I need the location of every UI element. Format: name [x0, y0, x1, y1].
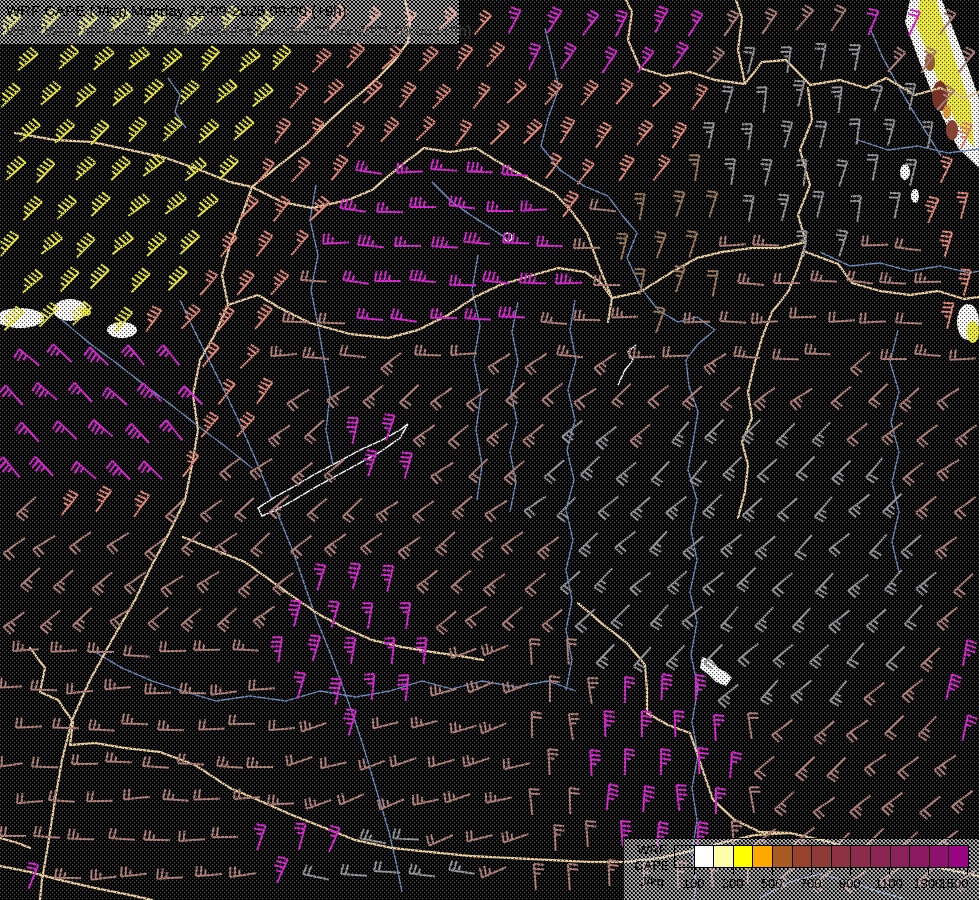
legend-tick-label: 100 [682, 876, 705, 891]
legend-swatch-9 [851, 846, 871, 867]
legend-tick-label: 900 [838, 876, 861, 891]
colorbar-tick [927, 868, 929, 875]
legend-tick-label: 1500 [939, 876, 969, 891]
legend-swatch-2 [714, 846, 734, 867]
legend-tick-label: 300 [721, 876, 744, 891]
legend-label-model: WRF [637, 842, 667, 857]
stipple-overlay [0, 0, 979, 900]
cape-legend: WRF CAPE J/kg 100 300 500 700 900 1100 1300 150… [623, 838, 979, 900]
legend-label-param: CAPE [634, 858, 670, 873]
wrf-weather-map: WRF CAPE (J/kg) Monday 22-09-2025 09:00 … [0, 0, 979, 900]
title-overlay: WRF CAPE (J/kg) Monday 22-09-2025 09:00 … [0, 0, 472, 44]
legend-swatch-3 [733, 846, 754, 867]
colorbar-tick [967, 868, 968, 875]
colorbar-tick [810, 868, 812, 875]
cape-colorbar [674, 845, 969, 868]
legend-tick-label: 500 [760, 876, 783, 891]
colorbar-tick [771, 868, 773, 875]
legend-swatch-13 [929, 846, 950, 867]
legend-swatch-8 [831, 846, 852, 867]
legend-swatch-10 [870, 846, 891, 867]
colorbar-tick [732, 868, 734, 875]
weather-map-canvas [0, 0, 979, 900]
legend-swatch-12 [910, 846, 930, 867]
legend-tick-label: 1100 [874, 876, 903, 891]
colorbar-tick [849, 868, 851, 875]
legend-swatch-4 [753, 846, 773, 867]
colorbar-tick [693, 868, 695, 875]
legend-swatch-1 [694, 846, 715, 867]
legend-swatch-5 [772, 846, 793, 867]
legend-swatch-7 [812, 846, 832, 867]
legend-swatch-14 [949, 846, 968, 867]
legend-tick-label: 700 [799, 876, 822, 891]
legend-swatch-0 [675, 846, 695, 867]
legend-label-unit: J/kg [640, 874, 664, 889]
map-title-shear: WRF Wind shear (m/s) 500/1000hPa Monday … [6, 23, 472, 40]
legend-swatch-6 [792, 846, 813, 867]
colorbar-tick [888, 868, 890, 875]
legend-swatch-11 [890, 846, 911, 867]
legend-label: WRF CAPE J/kg [632, 842, 672, 890]
map-title-cape: WRF CAPE (J/kg) Monday 22-09-2025 09:00 … [6, 3, 347, 20]
